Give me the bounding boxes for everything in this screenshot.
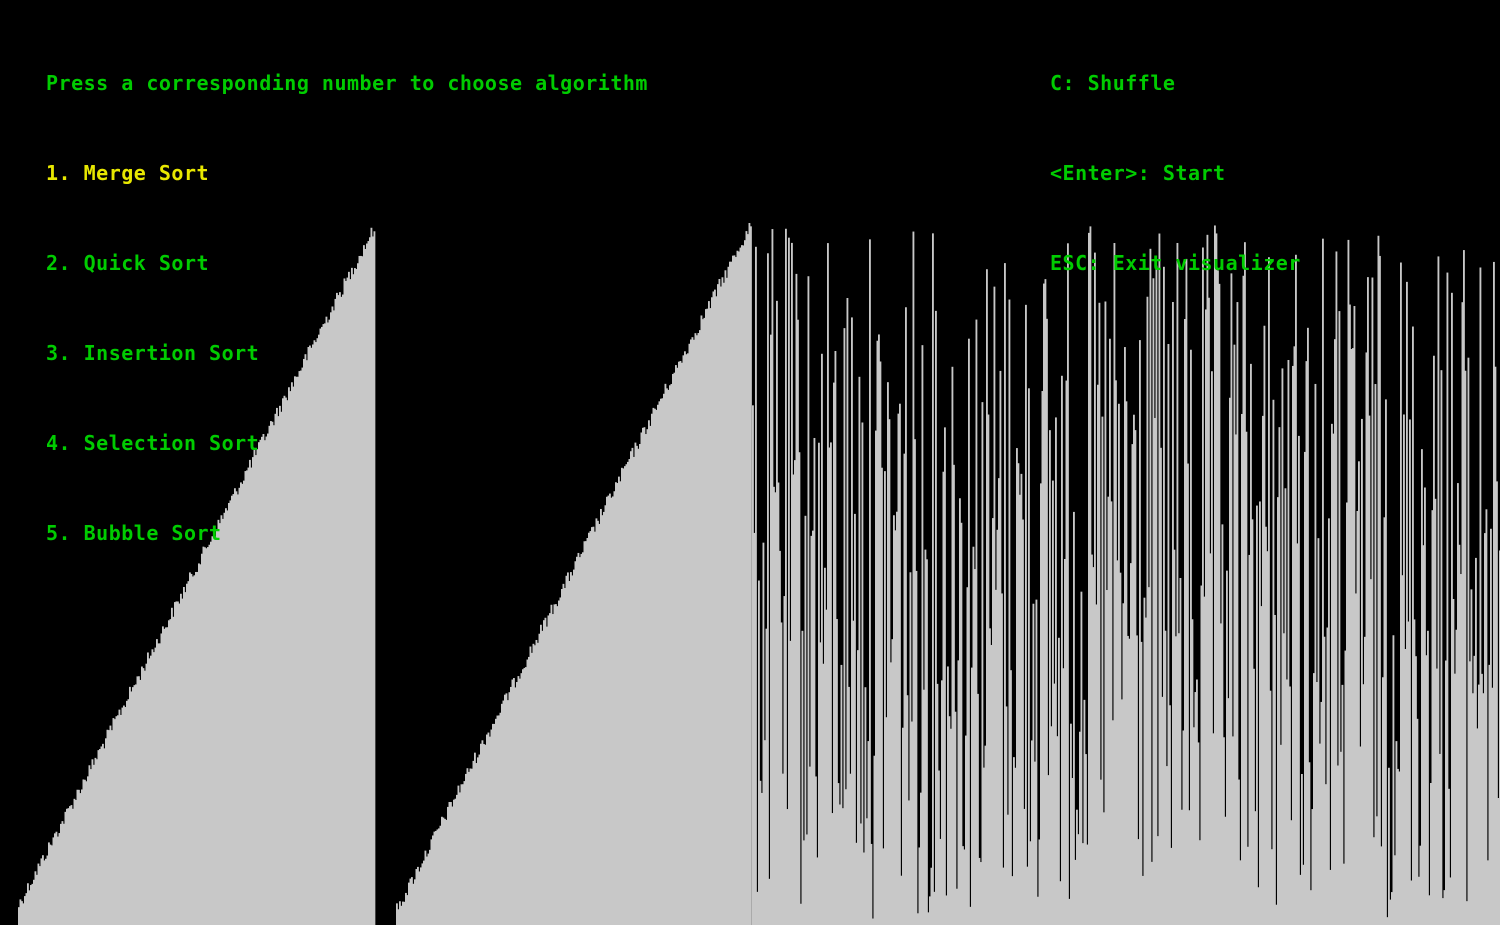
bar (1298, 435, 1300, 925)
menu-item-merge-sort[interactable]: 1. Merge Sort (46, 158, 648, 188)
exit-hint: ESC: Exit visualizer (1050, 251, 1301, 275)
bar (1371, 277, 1374, 925)
bar (767, 253, 769, 925)
bar (1025, 304, 1027, 925)
bar (1464, 370, 1467, 925)
bar (1035, 599, 1038, 925)
bar (1440, 370, 1443, 925)
sorting-visualizer-window: Press a corresponding number to choose a… (0, 0, 1500, 925)
bar (755, 246, 757, 925)
bar (1274, 614, 1276, 925)
menu-item-quick-sort[interactable]: 2. Quick Sort (46, 248, 648, 278)
bar (1328, 518, 1330, 925)
bar (798, 452, 801, 925)
menu-item-selection-sort[interactable]: 4. Selection Sort (46, 428, 648, 458)
bar (1155, 265, 1158, 925)
start-hint: <Enter>: Start (1050, 161, 1226, 185)
bar (944, 427, 946, 925)
bar (1385, 399, 1387, 925)
bar (1149, 248, 1152, 925)
menu-item-insertion-sort[interactable]: 3. Insertion Sort (46, 338, 648, 368)
bar (1379, 255, 1381, 925)
bar (915, 570, 918, 925)
bar (932, 233, 934, 925)
menu-item-bubble-sort[interactable]: 5. Bubble Sort (46, 518, 648, 548)
bar (870, 843, 873, 925)
bar (899, 403, 901, 925)
controls-legend: C: Shuffle <Enter>: Start ESC: Exit visu… (1050, 8, 1301, 338)
bar (861, 422, 864, 925)
bar (926, 559, 928, 925)
menu-prompt: Press a corresponding number to choose a… (46, 71, 648, 95)
bar (1427, 630, 1429, 925)
bar (869, 239, 871, 925)
bar (1067, 243, 1069, 925)
shuffle-hint: C: Shuffle (1050, 71, 1176, 95)
bar (750, 226, 752, 925)
bar (1256, 505, 1258, 925)
bar (968, 338, 970, 925)
bar (1409, 419, 1411, 925)
algorithm-menu: Press a corresponding number to choose a… (46, 8, 648, 608)
